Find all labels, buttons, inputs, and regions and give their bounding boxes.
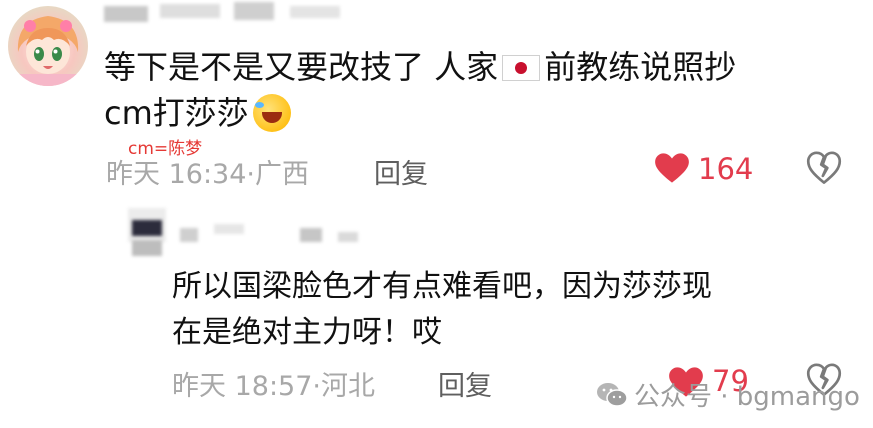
- broken-heart-icon[interactable]: [806, 150, 842, 186]
- reply-meta: 昨天 18:57·河北: [172, 371, 375, 402]
- blurred-username: [104, 6, 148, 22]
- japan-flag-icon: [502, 55, 541, 81]
- like-count: 164: [698, 152, 754, 186]
- wechat-icon: [597, 382, 628, 407]
- reply-time: 昨天 18:57: [172, 371, 313, 402]
- reply-avatar-blurred: [132, 220, 162, 236]
- reply-text-line1: 所以国梁脸色才有点难看吧，因为莎莎现: [172, 269, 712, 304]
- reply-button[interactable]: 回复: [374, 152, 428, 191]
- comment-text: 等下是不是又要改技了 人家 前教练说照抄 cm打莎莎: [104, 44, 824, 136]
- blurred-username: [214, 224, 244, 234]
- comment-text-part1: 等下是不是又要改技了 人家: [104, 48, 499, 86]
- comment-text-part2: 前教练说照抄: [544, 48, 737, 86]
- blurred-username: [338, 232, 358, 242]
- blurred-username: [234, 2, 274, 20]
- blurred-username: [180, 228, 198, 242]
- blurred-username: [160, 4, 220, 18]
- reply-avatar-blurred: [132, 240, 162, 256]
- reply-text-line2: 在是绝对主力呀！哎: [172, 315, 442, 350]
- reply-button[interactable]: 回复: [438, 364, 492, 403]
- blurred-username: [300, 228, 322, 242]
- comment-text-line2: cm打莎莎: [104, 94, 249, 132]
- avatar[interactable]: [8, 6, 88, 86]
- comment-meta: 昨天 16:34·广西: [106, 159, 309, 190]
- watermark-text: 公众号 · bgmango: [634, 382, 860, 412]
- reply-text: 所以国梁脸色才有点难看吧，因为莎莎现 在是绝对主力呀！哎: [172, 264, 832, 356]
- anime-girl-avatar-icon: [8, 16, 88, 86]
- heart-icon[interactable]: [654, 152, 690, 184]
- comment-location: 广西: [255, 159, 309, 190]
- rofl-emoji-icon: [252, 94, 291, 132]
- blurred-username: [290, 6, 340, 18]
- watermark: 公众号 · bgmango: [596, 376, 860, 413]
- reply-location: 河北: [321, 371, 375, 402]
- comment-time: 昨天 16:34: [106, 159, 247, 190]
